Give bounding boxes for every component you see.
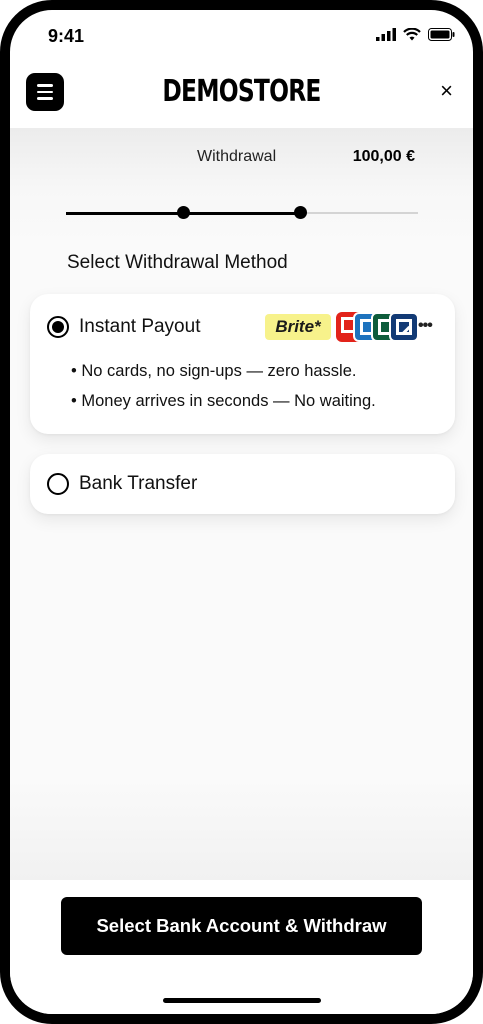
progress-step-2-dot: [294, 206, 308, 219]
withdrawal-summary: Withdrawal 100,00 €: [10, 148, 473, 168]
app-header: DEMOSTORE ×: [10, 66, 473, 128]
method-card-instant-payout[interactable]: Instant Payout Brite* ••• • No cards, no…: [30, 294, 455, 434]
brite-logo: Brite*: [265, 314, 331, 340]
status-icons: [376, 28, 455, 41]
main-content: Withdrawal 100,00 € Select Withdrawal Me…: [10, 128, 473, 880]
hamburger-menu-icon: [37, 84, 53, 87]
status-time: 9:41: [48, 26, 85, 46]
wifi-icon: [403, 28, 421, 41]
progress-step-1-dot: [176, 206, 190, 219]
status-bar: 9:41: [10, 10, 473, 66]
withdrawal-label: Withdrawal: [197, 148, 277, 165]
payment-logos: Brite* •••: [265, 312, 440, 342]
close-button[interactable]: ×: [440, 80, 453, 102]
phone-frame: 9:41 DEMOSTORE × Withdrawal 100,00 € Sel…: [0, 0, 483, 1024]
bank-logo-navy-icon: [389, 312, 419, 342]
home-indicator[interactable]: [163, 998, 321, 1003]
more-banks-icon: •••: [418, 317, 433, 334]
benefit-text: • Money arrives in seconds — No waiting.: [71, 392, 376, 410]
brand-logo: DEMOSTORE: [162, 74, 321, 109]
radio-bank-transfer[interactable]: [47, 473, 69, 495]
hamburger-menu-button[interactable]: [26, 73, 64, 111]
method-label: Instant Payout: [79, 316, 201, 337]
radio-instant-payout[interactable]: [47, 316, 69, 338]
signal-icon: [376, 28, 396, 41]
battery-icon: [428, 28, 455, 41]
withdrawal-amount: 100,00 €: [352, 148, 415, 165]
method-label: Bank Transfer: [79, 473, 198, 494]
footer: Select Bank Account & Withdraw: [10, 880, 473, 1014]
section-title: Select Withdrawal Method: [67, 252, 288, 273]
progress-track: [66, 206, 418, 219]
benefit-text: • No cards, no sign-ups — zero hassle.: [71, 362, 357, 380]
select-bank-account-withdraw-button[interactable]: Select Bank Account & Withdraw: [61, 897, 422, 955]
method-card-bank-transfer[interactable]: Bank Transfer: [30, 454, 455, 514]
